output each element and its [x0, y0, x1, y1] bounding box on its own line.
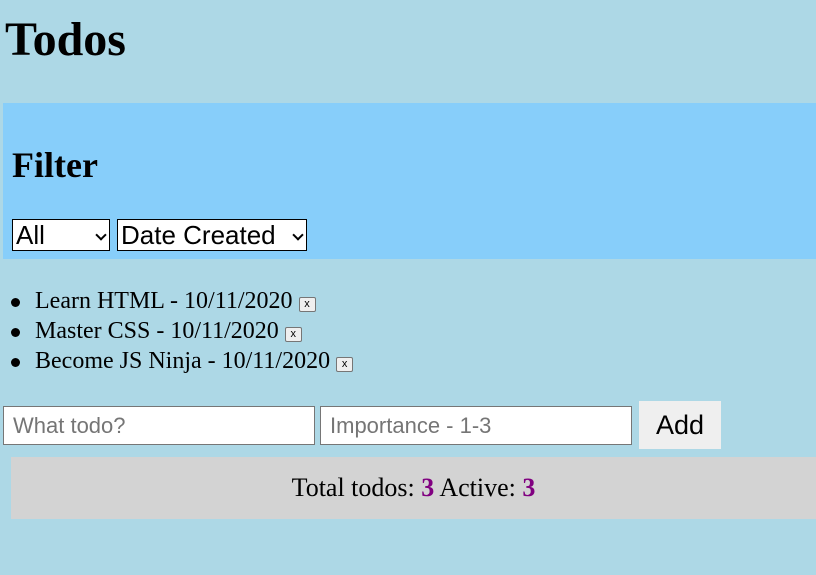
sort-value: Date Created	[121, 220, 276, 250]
total-count: 3	[421, 473, 435, 502]
importance-input[interactable]: Importance - 1-3	[320, 406, 632, 445]
bullet-icon	[11, 298, 20, 307]
delete-button[interactable]: x	[336, 356, 354, 372]
status-filter-select[interactable]: All	[12, 219, 110, 251]
status-filter-value: All	[16, 220, 45, 250]
add-button[interactable]: Add	[639, 401, 721, 449]
todo-text: Learn HTML - 10/11/2020	[35, 288, 293, 314]
filter-heading: Filter	[12, 145, 98, 185]
todo-input[interactable]: What todo?	[3, 406, 315, 445]
chevron-down-icon	[95, 229, 107, 241]
bullet-icon	[11, 358, 20, 367]
active-label: Active:	[439, 473, 516, 502]
page-title: Todos	[5, 13, 126, 66]
todo-text: Master CSS - 10/11/2020	[35, 318, 279, 344]
sort-select[interactable]: Date Created	[117, 219, 307, 251]
delete-button[interactable]: x	[284, 326, 302, 342]
chevron-down-icon	[292, 229, 304, 241]
summary-footer: Total todos: 3 Active: 3	[11, 457, 816, 519]
todo-text: Become JS Ninja - 10/11/2020	[35, 348, 331, 374]
total-label: Total todos:	[291, 473, 415, 502]
filter-panel: Filter All Date Created	[3, 103, 816, 259]
active-count: 3	[522, 473, 536, 502]
delete-button[interactable]: x	[298, 296, 316, 312]
bullet-icon	[11, 328, 20, 337]
